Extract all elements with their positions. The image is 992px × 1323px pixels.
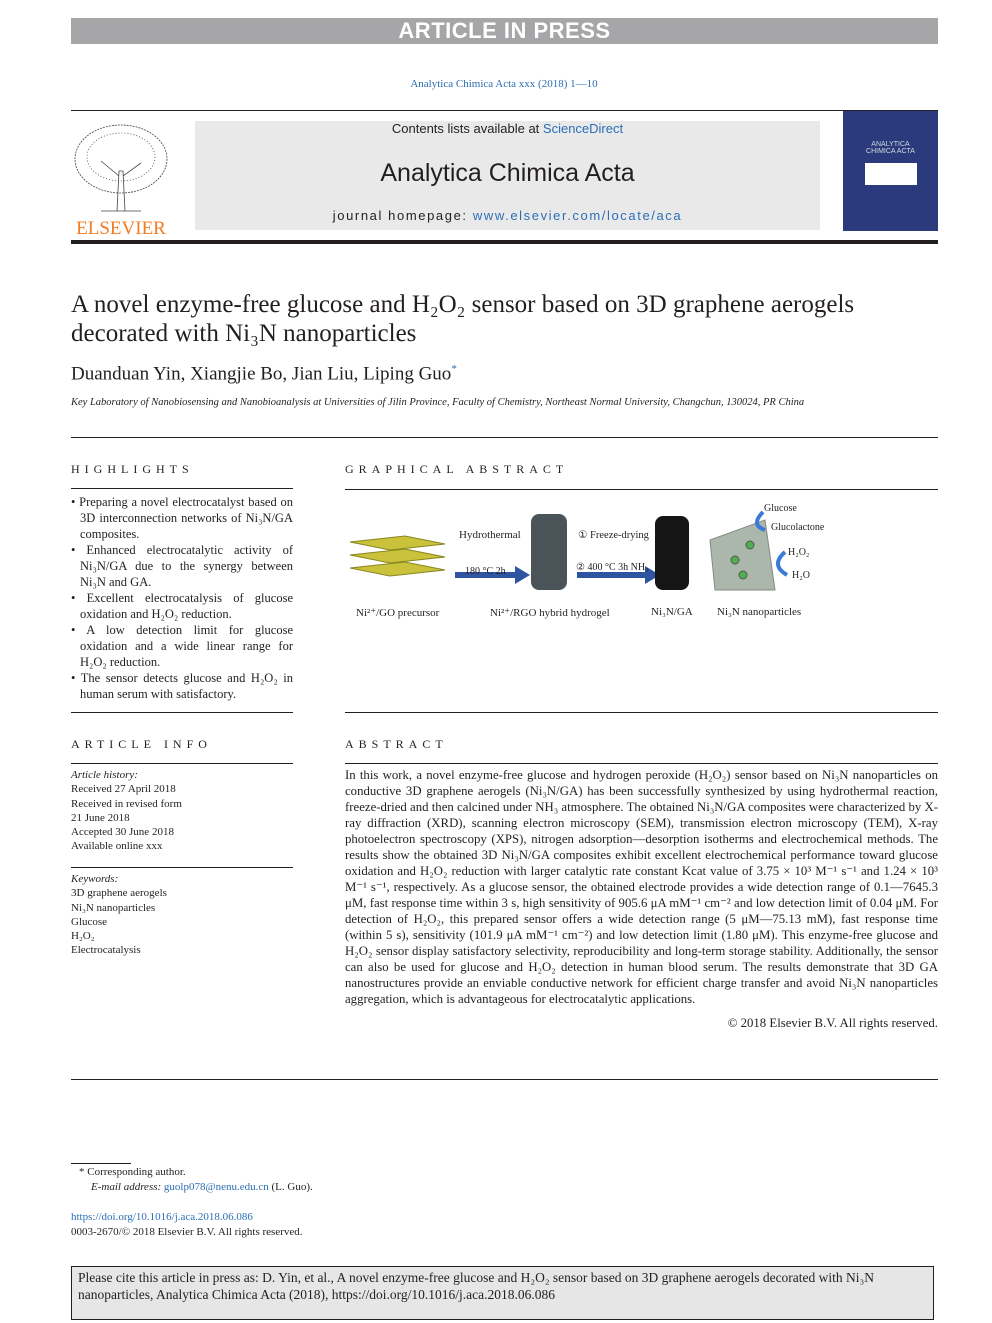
- highlight-item: The sensor detects glucose and H₂O₂ in h…: [71, 670, 293, 702]
- footnote-rule: [71, 1163, 131, 1164]
- homepage-prefix: journal homepage:: [332, 208, 473, 223]
- history-item: Received 27 April 2018: [71, 783, 176, 796]
- history-label: Article history:: [71, 769, 138, 781]
- homepage-link[interactable]: www.elsevier.com/locate/aca: [473, 208, 682, 223]
- corresponding-note: * Corresponding author.: [79, 1166, 186, 1178]
- divider: [71, 763, 293, 764]
- hydrogel-cylinder: [531, 514, 567, 590]
- abstract-body: In this work, a novel enzyme-free glucos…: [345, 767, 938, 1031]
- elsevier-tree-icon: [74, 124, 168, 212]
- divider: [71, 712, 293, 713]
- h2o-label: H₂O: [792, 570, 810, 581]
- divider: [71, 488, 293, 489]
- author-list: Duanduan Yin, Xiangjie Bo, Jian Liu, Lip…: [71, 363, 457, 385]
- aerogel-cylinder: [655, 516, 689, 590]
- highlight-item: A low detection limit for glucose oxidat…: [71, 622, 293, 670]
- homepage-line: journal homepage: www.elsevier.com/locat…: [195, 208, 820, 223]
- cover-title: ANALYTICA CHIMICA ACTA: [866, 141, 915, 155]
- keyword: Electrocatalysis: [71, 944, 141, 957]
- divider: [71, 867, 293, 868]
- journal-cover-image: ANALYTICA CHIMICA ACTA: [843, 111, 938, 231]
- graphical-abstract-heading: GRAPHICAL ABSTRACT: [345, 462, 569, 476]
- highlight-item: Excellent electrocatalysis of glucose ox…: [71, 590, 293, 622]
- composite-label: Ni₃N/GA: [651, 606, 693, 618]
- journal-name: Analytica Chimica Acta: [380, 159, 635, 187]
- contents-prefix: Contents lists available at: [391, 121, 543, 136]
- article-history: Article history: Received 27 April 2018 …: [71, 768, 293, 854]
- sciencedirect-link[interactable]: ScienceDirect: [543, 121, 623, 136]
- ni3n-structure: [709, 519, 776, 591]
- journal-masthead: Contents lists available at ScienceDirec…: [195, 121, 820, 230]
- abstract-copyright: © 2018 Elsevier B.V. All rights reserved…: [727, 1016, 938, 1030]
- step2-label: ① Freeze-drying: [578, 530, 649, 541]
- contents-line: Contents lists available at ScienceDirec…: [195, 121, 820, 137]
- keywords-label: Keywords:: [71, 873, 119, 885]
- email-suffix: (L. Guo).: [268, 1181, 313, 1193]
- graphene-sheets-icon: [349, 535, 446, 577]
- history-item: Accepted 30 June 2018: [71, 826, 174, 839]
- history-item: Available online xxx: [71, 840, 163, 853]
- graphical-abstract-drawing: [349, 510, 789, 591]
- journal-reference-link[interactable]: Analytica Chimica Acta xxx (2018) 1—10: [0, 78, 992, 90]
- divider: [345, 712, 938, 713]
- email-label: E-mail address:: [91, 1181, 164, 1193]
- step2-conditions: ② 400 °C 3h NH₃: [576, 562, 649, 573]
- h2o2-label: H₂O₂: [788, 547, 810, 558]
- keyword: 3D graphene aerogels: [71, 887, 167, 900]
- highlights-list: Preparing a novel electrocatalyst based …: [71, 494, 293, 702]
- abstract-heading: ABSTRACT: [345, 737, 448, 751]
- abstract-text: In this work, a novel enzyme-free glucos…: [345, 768, 938, 1006]
- citation-box: Please cite this article in press as: D.…: [71, 1266, 934, 1320]
- authors: Duanduan Yin, Xiangjie Bo, Jian Liu, Lip…: [71, 363, 452, 385]
- affiliation: Key Laboratory of Nanobiosensing and Nan…: [71, 397, 805, 408]
- elsevier-logo: ELSEVIER: [71, 121, 171, 239]
- article-info-heading: ARTICLE INFO: [71, 737, 212, 751]
- precursor-label: Ni²⁺/GO precursor: [356, 607, 440, 619]
- divider: [71, 437, 938, 438]
- article-title: A novel enzyme-free glucose and H₂O₂ sen…: [71, 291, 855, 347]
- step1-label: Hydrothermal: [459, 529, 521, 541]
- history-item: Received in revised form: [71, 797, 182, 810]
- glucose-label: Glucose: [764, 503, 797, 514]
- elsevier-wordmark: ELSEVIER: [76, 218, 166, 239]
- keyword: H₂O₂: [71, 930, 95, 943]
- cover-figure: [864, 163, 917, 185]
- highlights-heading: HIGHLIGHTS: [71, 462, 194, 476]
- history-item: 21 June 2018: [71, 811, 130, 824]
- issn-line: 0003-2670/© 2018 Elsevier B.V. All right…: [71, 1226, 303, 1238]
- header-rule: [71, 110, 938, 111]
- divider: [345, 763, 938, 764]
- divider: [71, 1079, 938, 1080]
- divider: [345, 489, 938, 490]
- keyword: Glucose: [71, 915, 108, 928]
- keywords: Keywords: 3D graphene aerogels Ni₃N nano…: [71, 872, 293, 958]
- highlight-item: Enhanced electrocatalytic activity of Ni…: [71, 542, 293, 590]
- keyword: Ni₃N nanoparticles: [71, 901, 156, 914]
- hydrogel-label: Ni²⁺/RGO hybrid hydrogel: [490, 607, 610, 619]
- article-page: ARTICLE IN PRESS Analytica Chimica Acta …: [0, 0, 992, 1323]
- highlight-item: Preparing a novel electrocatalyst based …: [71, 494, 293, 542]
- doi-link[interactable]: https://doi.org/10.1016/j.aca.2018.06.08…: [71, 1210, 313, 1225]
- corresponding-author-mark[interactable]: *: [451, 363, 457, 375]
- graphical-abstract-figure: Hydrothermal 180 °C 2h ① Freeze-drying ②…: [345, 500, 838, 630]
- nanoparticles-label: Ni₃N nanoparticles: [717, 606, 802, 618]
- footnotes: * Corresponding author. E-mail address: …: [71, 1165, 313, 1240]
- article-in-press-banner: ARTICLE IN PRESS: [71, 18, 938, 44]
- step1-conditions: 180 °C 2h: [465, 566, 506, 577]
- masthead-rule: [71, 240, 938, 244]
- email-link[interactable]: guolp078@nenu.edu.cn: [164, 1181, 269, 1193]
- glucolactone-label: Glucolactone: [771, 522, 825, 533]
